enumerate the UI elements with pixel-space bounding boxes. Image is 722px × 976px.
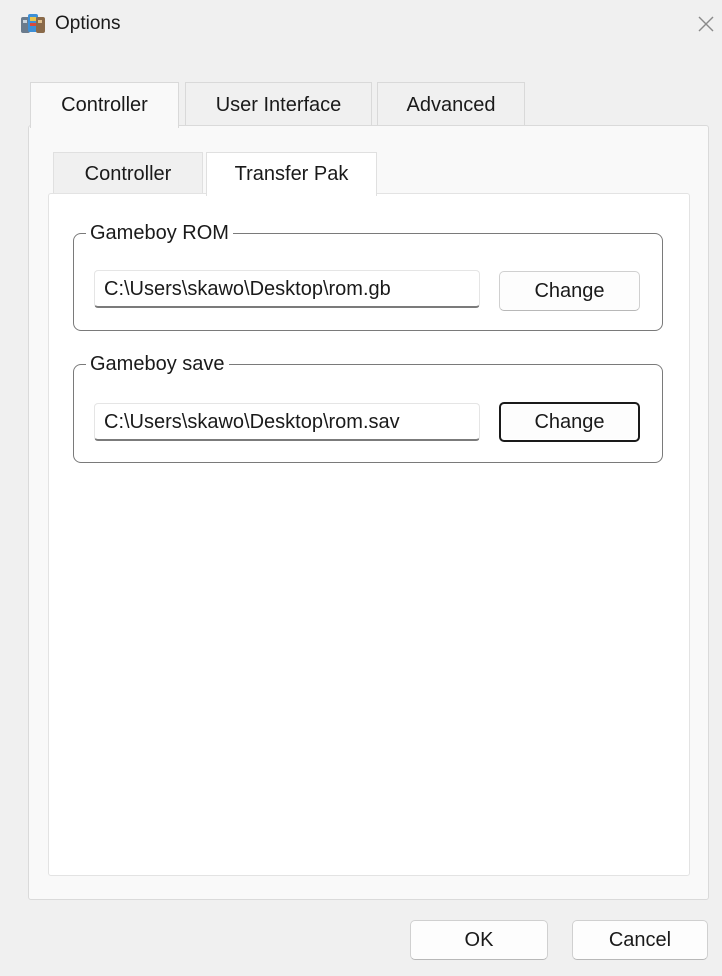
tab-advanced[interactable]: Advanced <box>377 82 525 126</box>
subtab-controller[interactable]: Controller <box>53 152 203 194</box>
gameboy-save-change-button[interactable]: Change <box>499 402 640 442</box>
gameboy-save-path-field[interactable]: C:\Users\skawo\Desktop\rom.sav <box>94 403 480 441</box>
gameboy-rom-legend: Gameboy ROM <box>86 220 233 246</box>
tab-label: Advanced <box>406 94 496 116</box>
gameboy-rom-path-field[interactable]: C:\Users\skawo\Desktop\rom.gb <box>94 270 480 308</box>
tab-label: User Interface <box>215 94 342 116</box>
options-dialog: Options Controller User Interface Advanc… <box>0 0 722 976</box>
tab-user-interface[interactable]: User Interface <box>185 82 372 126</box>
gameboy-rom-change-button[interactable]: Change <box>499 271 640 311</box>
close-icon <box>698 16 714 32</box>
gameboy-save-group: Gameboy save C:\Users\skawo\Desktop\rom.… <box>73 351 663 463</box>
title-bar: Options <box>0 0 722 50</box>
window-title: Options <box>55 13 121 34</box>
subtab-transfer-pak[interactable]: Transfer Pak <box>206 152 377 196</box>
tab-label: Controller <box>61 94 148 116</box>
subtab-label: Transfer Pak <box>234 163 349 185</box>
gameboy-rom-group: Gameboy ROM C:\Users\skawo\Desktop\rom.g… <box>73 220 663 331</box>
subtab-label: Controller <box>84 163 172 185</box>
ok-button[interactable]: OK <box>410 920 548 960</box>
app-icon <box>20 11 46 37</box>
close-button[interactable] <box>690 8 722 40</box>
gameboy-save-legend: Gameboy save <box>86 351 229 377</box>
cancel-button[interactable]: Cancel <box>572 920 708 960</box>
tab-controller[interactable]: Controller <box>30 82 179 128</box>
